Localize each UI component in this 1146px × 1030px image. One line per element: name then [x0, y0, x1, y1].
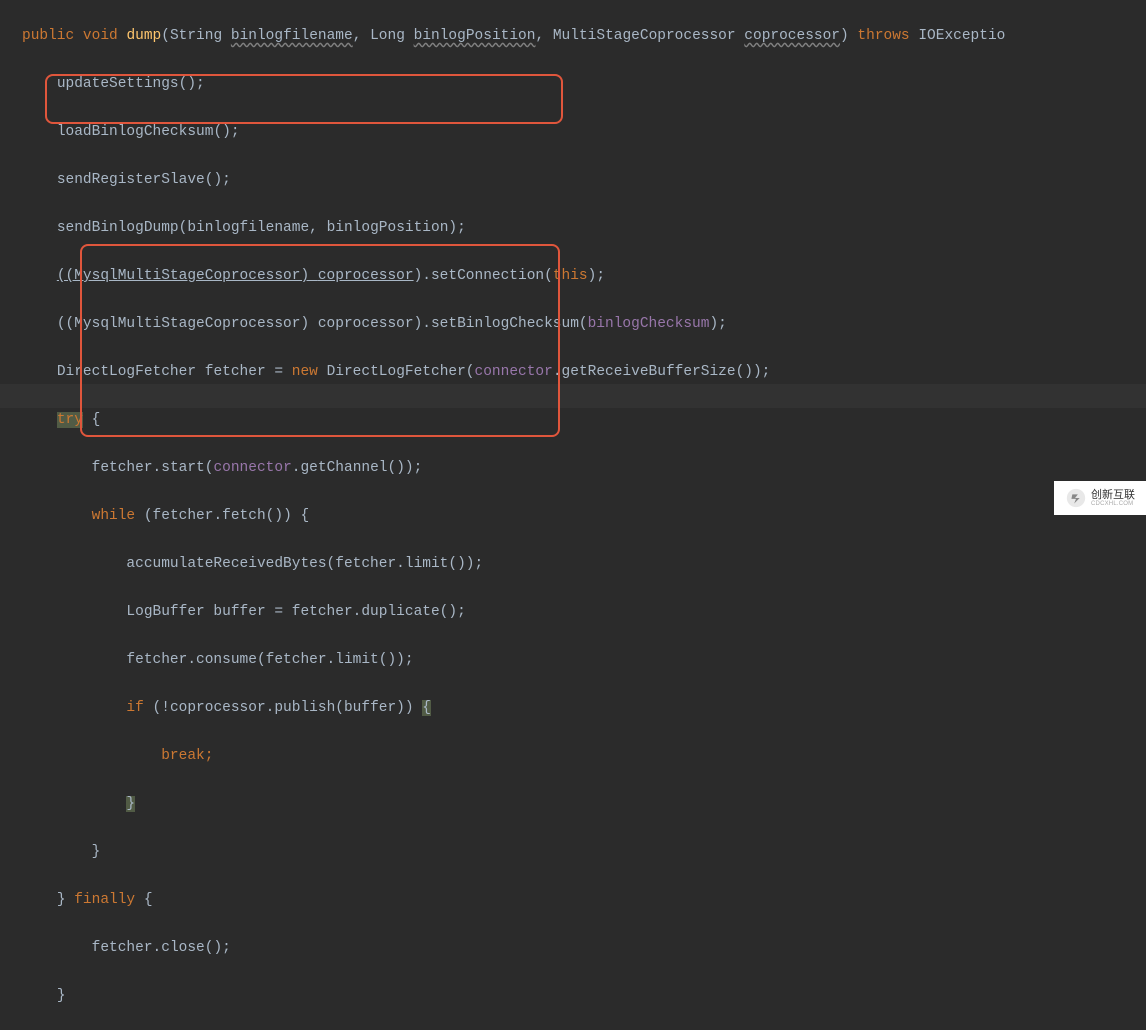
exception-type: IOExceptio: [918, 28, 1005, 44]
code-line: LogBuffer buffer = fetcher.duplicate();: [22, 600, 1146, 624]
call: .getChannel());: [292, 460, 423, 476]
code-line: sendBinlogDump(binlogfilename, binlogPos…: [22, 216, 1146, 240]
keyword-this: this: [553, 268, 588, 284]
keyword-public: public: [22, 28, 74, 44]
brace: {: [83, 412, 100, 428]
code-line: public void dump(String binlogfilename, …: [22, 24, 1146, 48]
punct: );: [448, 220, 465, 236]
param-binlogfilename: binlogfilename: [231, 28, 353, 44]
call: ).setBinlogChecksum(: [414, 316, 588, 332]
var: coprocessor: [318, 268, 414, 284]
watermark-logo-icon: [1065, 487, 1087, 509]
brace: {: [422, 700, 431, 716]
code-line: fetcher.close();: [22, 936, 1146, 960]
statement: LogBuffer buffer = fetcher.duplicate();: [126, 604, 465, 620]
code-line: if (!coprocessor.publish(buffer)) {: [22, 696, 1146, 720]
punct: );: [709, 316, 726, 332]
var: coprocessor: [318, 316, 414, 332]
param-type: Long: [370, 28, 405, 44]
code-editor[interactable]: public void dump(String binlogfilename, …: [0, 0, 1146, 1030]
statement: updateSettings();: [57, 76, 205, 92]
cast: ((MysqlMultiStageCoprocessor): [57, 316, 318, 332]
punct: ,: [309, 220, 326, 236]
watermark: 创新互联 CDCXHL.COM: [1054, 481, 1146, 515]
code-line: ((MysqlMultiStageCoprocessor) coprocesso…: [22, 312, 1146, 336]
code-line: DirectLogFetcher fetcher = new DirectLog…: [22, 360, 1146, 384]
ctor: DirectLogFetcher(: [318, 364, 475, 380]
field: connector: [475, 364, 553, 380]
code-line: }: [22, 840, 1146, 864]
statement: sendRegisterSlave();: [57, 172, 231, 188]
keyword-try: try: [57, 412, 83, 428]
param-type: String: [170, 28, 222, 44]
code-line: }: [22, 984, 1146, 1008]
keyword-void: void: [83, 28, 118, 44]
code-line: ((MysqlMultiStageCoprocessor) coprocesso…: [22, 264, 1146, 288]
field: connector: [213, 460, 291, 476]
keyword-throws: throws: [857, 28, 909, 44]
statement: loadBinlogChecksum();: [57, 124, 240, 140]
code-line: fetcher.consume(fetcher.limit());: [22, 648, 1146, 672]
brace: }: [92, 844, 101, 860]
code-line: while (fetcher.fetch()) {: [22, 504, 1146, 528]
statement: fetcher.close();: [92, 940, 231, 956]
method-name: dump: [126, 28, 161, 44]
var: coprocessor: [170, 700, 266, 716]
brace: {: [135, 892, 152, 908]
call: .getReceiveBufferSize());: [553, 364, 771, 380]
brace: }: [57, 988, 66, 1004]
keyword-while: while: [92, 508, 136, 524]
watermark-text-cn: 创新互联: [1091, 490, 1135, 501]
code-line: sendRegisterSlave();: [22, 168, 1146, 192]
punct: (!: [144, 700, 170, 716]
code-line: accumulateReceivedBytes(fetcher.limit())…: [22, 552, 1146, 576]
code-line: fetcher.start(connector.getChannel());: [22, 456, 1146, 480]
brace: }: [126, 796, 135, 812]
param-binlogposition: binlogPosition: [414, 28, 536, 44]
keyword-if: if: [126, 700, 143, 716]
field: binlogChecksum: [588, 316, 710, 332]
code-line: break;: [22, 744, 1146, 768]
keyword-new: new: [292, 364, 318, 380]
param-type: MultiStageCoprocessor: [553, 28, 736, 44]
param-coprocessor: coprocessor: [744, 28, 840, 44]
cond: (fetcher.fetch()) {: [135, 508, 309, 524]
statement: fetcher.consume(fetcher.limit());: [126, 652, 413, 668]
call: ).setConnection(: [414, 268, 553, 284]
statement: accumulateReceivedBytes(fetcher.limit())…: [126, 556, 483, 572]
call: sendBinlogDump(: [57, 220, 188, 236]
punct: );: [588, 268, 605, 284]
watermark-text-en: CDCXHL.COM: [1091, 501, 1135, 507]
call: .publish(buffer)): [266, 700, 423, 716]
punct: ;: [205, 748, 214, 764]
cast: ((MysqlMultiStageCoprocessor): [57, 268, 318, 284]
keyword-finally: finally: [74, 892, 135, 908]
arg: binlogfilename: [187, 220, 309, 236]
code-line: }: [22, 792, 1146, 816]
keyword-break: break: [161, 748, 205, 764]
decl: DirectLogFetcher fetcher =: [57, 364, 292, 380]
code-line: } finally {: [22, 888, 1146, 912]
code-line: try {: [22, 408, 1146, 432]
brace: }: [57, 892, 74, 908]
call: fetcher.start(: [92, 460, 214, 476]
arg: binlogPosition: [327, 220, 449, 236]
code-line: loadBinlogChecksum();: [22, 120, 1146, 144]
code-line: updateSettings();: [22, 72, 1146, 96]
